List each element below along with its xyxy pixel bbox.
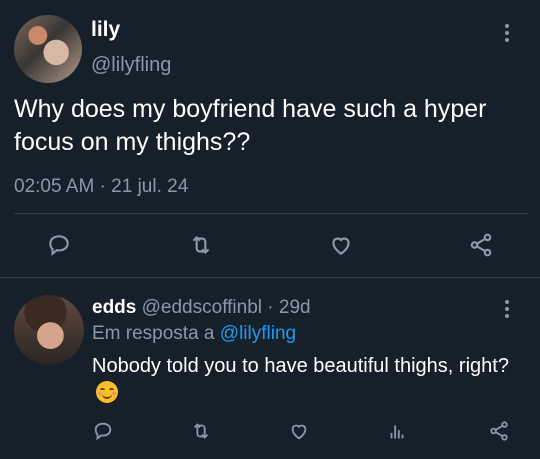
divider — [0, 277, 540, 278]
author-name[interactable]: lily — [91, 18, 120, 42]
retweet-icon[interactable] — [186, 230, 216, 260]
more-options-icon[interactable] — [505, 24, 509, 45]
like-icon[interactable] — [284, 416, 314, 446]
divider — [14, 213, 528, 214]
share-icon[interactable] — [484, 416, 514, 446]
reply-text: Nobody told you to have beautiful thighs… — [92, 353, 522, 407]
in-reply-to: Em resposta a @lilyfling — [92, 323, 296, 345]
in-reply-to-link[interactable]: @lilyfling — [220, 323, 296, 344]
like-icon[interactable] — [326, 230, 356, 260]
views-icon[interactable] — [382, 416, 412, 446]
in-reply-to-prefix: Em resposta a — [92, 323, 215, 344]
reply-author-handle[interactable]: @eddscoffinbl — [142, 297, 262, 318]
reply-author-avatar[interactable] — [14, 295, 84, 365]
share-icon[interactable] — [466, 230, 496, 260]
reply-age: · 29d — [267, 297, 311, 318]
reply-icon[interactable] — [88, 416, 118, 446]
author-avatar[interactable] — [14, 15, 82, 83]
tweet-timestamp: 02:05 AM · 21 jul. 24 — [14, 176, 189, 197]
reply-author-name[interactable]: edds — [92, 297, 136, 318]
reply-header: edds @eddscoffinbl · 29d — [92, 297, 311, 319]
retweet-icon[interactable] — [186, 416, 216, 446]
more-options-icon[interactable] — [505, 300, 509, 321]
smiling-face-icon — [96, 381, 118, 403]
reply-text-body: Nobody told you to have beautiful thighs… — [92, 355, 509, 377]
reply-icon[interactable] — [44, 230, 74, 260]
author-handle[interactable]: @lilyfling — [91, 54, 171, 77]
tweet-text: Why does my boyfriend have such a hyper … — [14, 95, 487, 156]
